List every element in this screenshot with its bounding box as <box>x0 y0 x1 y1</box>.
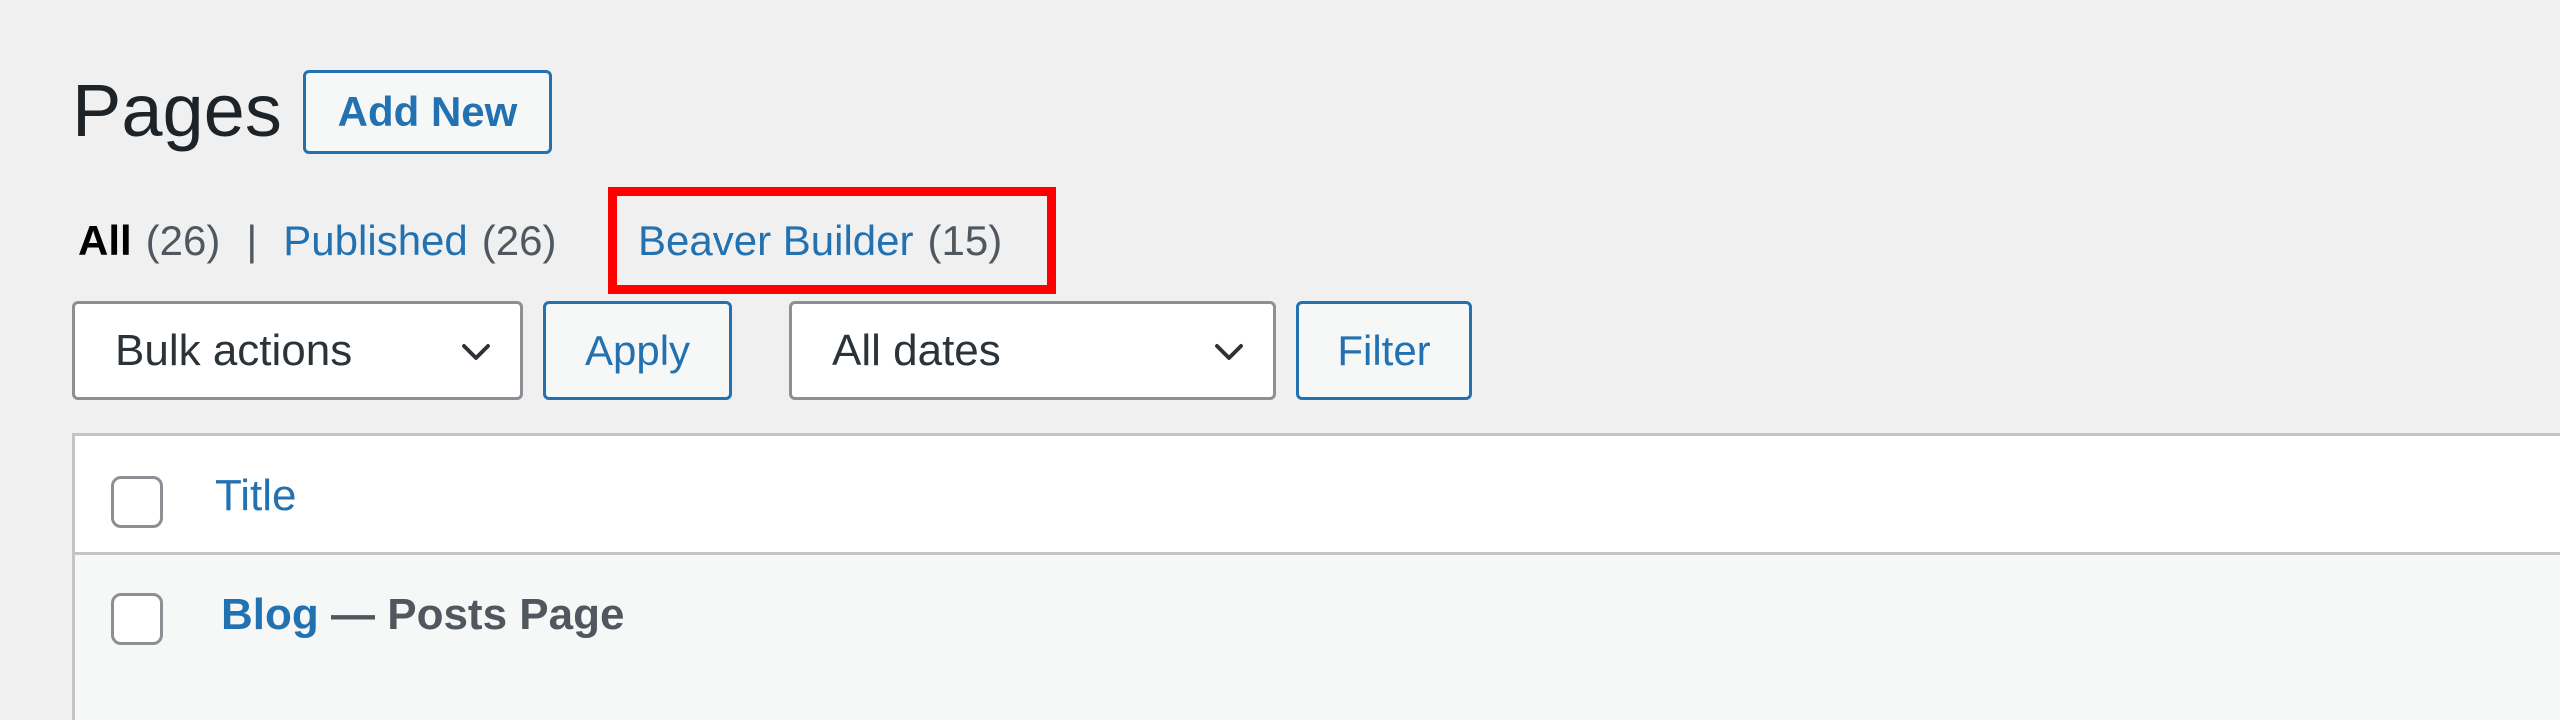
view-all-label: All <box>78 217 132 264</box>
dates-value: All dates <box>832 325 1001 375</box>
chevron-down-icon <box>462 344 490 360</box>
view-all-count: (26) <box>145 217 221 264</box>
row-title: Blog — Posts Page <box>221 589 624 641</box>
column-title-header[interactable]: Title <box>215 470 297 522</box>
bulk-actions-select[interactable]: Bulk actions <box>72 301 523 400</box>
filter-button[interactable]: Filter <box>1296 301 1472 400</box>
apply-button[interactable]: Apply <box>543 301 732 400</box>
view-beaver-builder-link[interactable]: Beaver Builder <box>638 217 913 265</box>
row-title-link[interactable]: Blog <box>221 590 319 639</box>
view-published-link[interactable]: Published <box>283 217 467 265</box>
bulk-actions-value: Bulk actions <box>115 325 353 375</box>
pages-table: Title Blog — Posts Page <box>72 433 2560 720</box>
dates-select[interactable]: All dates <box>789 301 1276 400</box>
view-beaver-builder-count: (15) <box>927 217 1003 264</box>
select-all-checkbox[interactable] <box>111 476 163 528</box>
view-published-count: (26) <box>481 217 557 264</box>
add-new-button[interactable]: Add New <box>303 70 552 154</box>
page-title: Pages <box>72 69 282 152</box>
row-post-state: — Posts Page <box>318 590 625 639</box>
view-filters: All (26) | Published (26) <box>78 208 556 274</box>
view-beaver-builder[interactable]: Beaver Builder (15) <box>638 208 1002 274</box>
view-all[interactable]: All (26) <box>78 217 220 265</box>
row-checkbox[interactable] <box>111 593 163 645</box>
table-header: Title <box>75 436 2560 555</box>
view-separator: | <box>246 217 258 264</box>
chevron-down-icon <box>1215 344 1243 360</box>
table-row: Blog — Posts Page <box>75 555 2560 720</box>
view-published[interactable]: Published (26) <box>283 217 556 265</box>
pages-screen: Pages Add New All (26) | Published (26) … <box>0 0 2560 720</box>
